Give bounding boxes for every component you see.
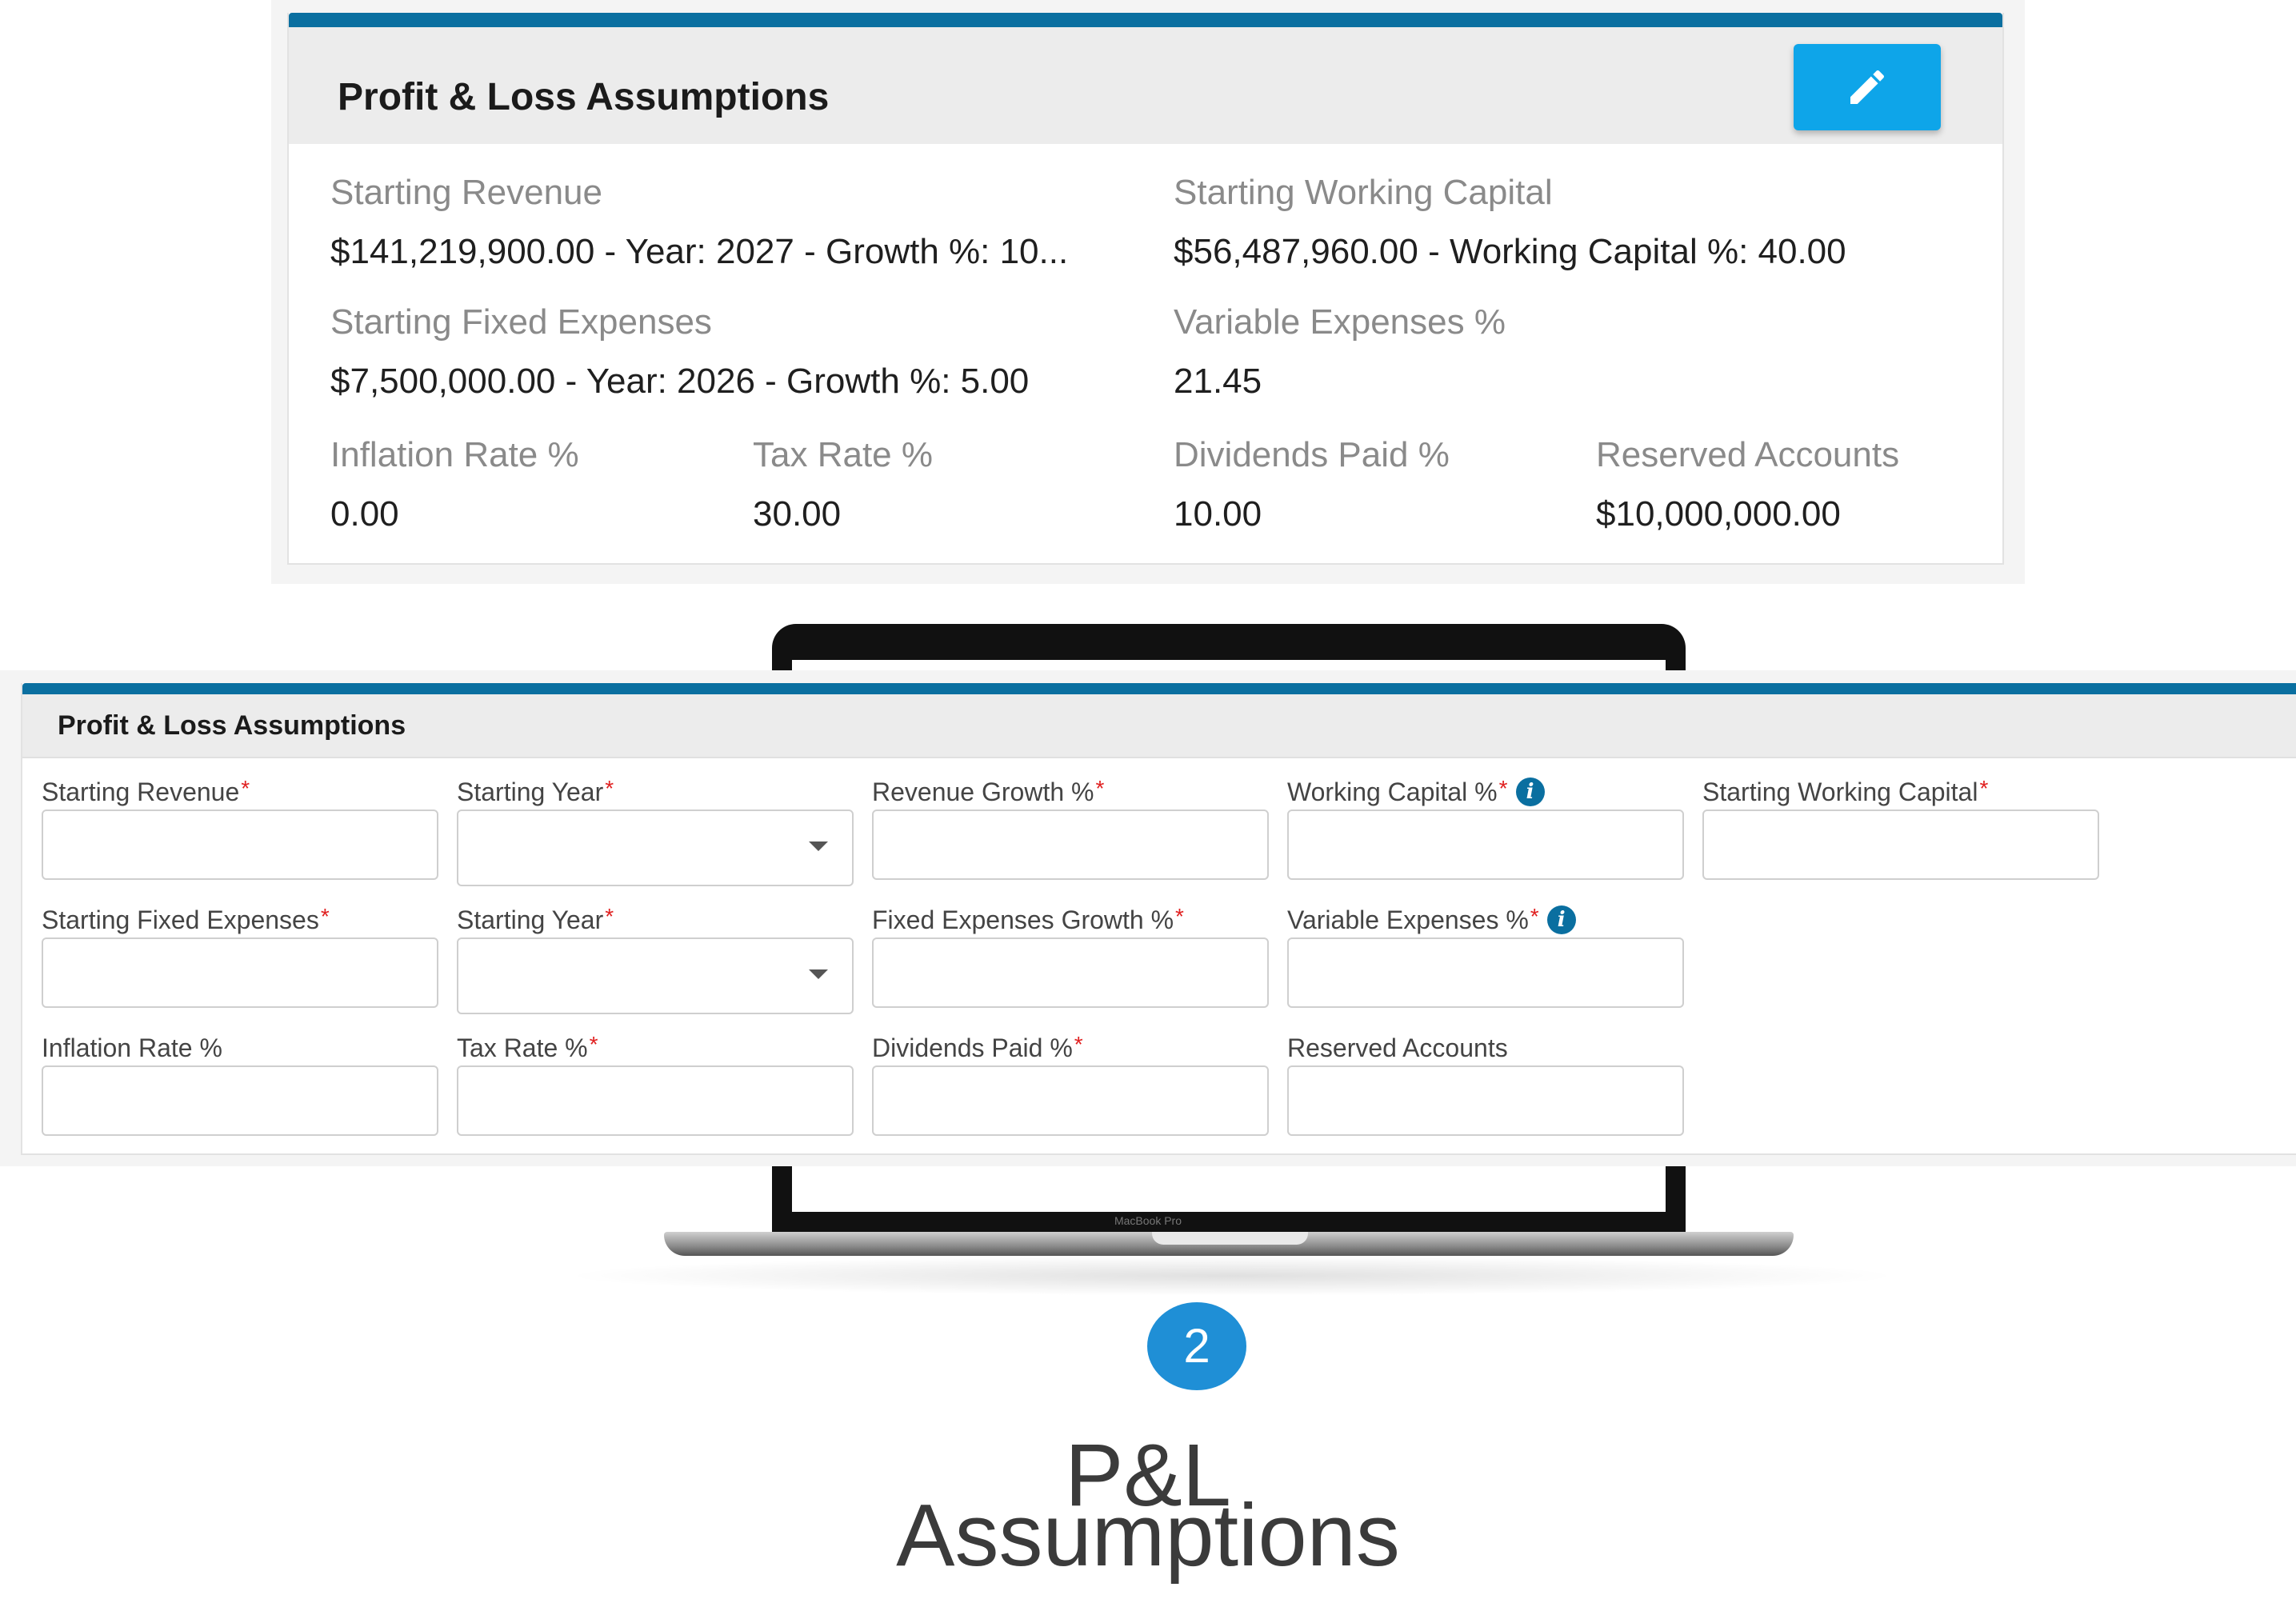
field-value: 21.45 <box>1174 362 1262 401</box>
field-label: Starting Working Capital * <box>1702 776 1989 807</box>
dividends-paid-input[interactable] <box>872 1065 1269 1136</box>
tax-rate-input[interactable] <box>457 1065 854 1136</box>
field-label: Starting Fixed Expenses * <box>42 904 330 935</box>
field-label: Variable Expenses % * i <box>1287 905 1576 935</box>
edit-button[interactable] <box>1794 44 1941 130</box>
field-label: Reserved Accounts <box>1287 1033 1508 1062</box>
summary-card: Profit & Loss Assumptions Starting Reven… <box>287 13 2004 565</box>
required-asterisk: * <box>589 1032 598 1057</box>
starting-year-select[interactable] <box>457 937 854 1014</box>
field-label: Tax Rate % <box>753 435 933 474</box>
field-label: Variable Expenses % <box>1174 302 1506 342</box>
card-accent-bar <box>22 683 2296 694</box>
card-header: Profit & Loss Assumptions <box>289 27 2002 144</box>
field-label: Starting Year * <box>457 776 614 807</box>
field-label: Dividends Paid % <box>1174 435 1450 474</box>
required-asterisk: * <box>1074 1032 1083 1057</box>
required-asterisk: * <box>320 904 330 929</box>
fixed-expenses-growth-input[interactable] <box>872 937 1269 1008</box>
field-label: Starting Year * <box>457 904 614 935</box>
starting-year-select[interactable] <box>457 810 854 886</box>
required-asterisk: * <box>1175 904 1184 929</box>
chevron-down-icon <box>809 841 828 851</box>
summary-reserved-accounts: Reserved Accounts $10,000,000.00 <box>1596 435 1899 534</box>
field-variable-expenses: Variable Expenses % * i <box>1287 905 1684 1008</box>
info-icon[interactable]: i <box>1546 905 1576 934</box>
card-accent-bar <box>289 13 2002 27</box>
field-value: 30.00 <box>753 494 842 534</box>
field-label: Reserved Accounts <box>1596 435 1900 474</box>
field-working-capital-pct: Working Capital % * i <box>1287 778 1684 880</box>
form-header: Profit & Loss Assumptions <box>22 694 2296 758</box>
field-label: Fixed Expenses Growth % * <box>872 904 1184 935</box>
summary-dividends-paid: Dividends Paid % 10.00 <box>1174 435 1450 534</box>
field-revenue-growth: Revenue Growth % * <box>872 776 1269 880</box>
summary-panel: Profit & Loss Assumptions Starting Reven… <box>271 0 2025 584</box>
field-value: 0.00 <box>330 494 399 534</box>
field-label: Starting Fixed Expenses <box>330 302 712 342</box>
chevron-down-icon <box>809 969 828 979</box>
field-label: Inflation Rate % <box>330 435 579 474</box>
starting-fixed-expenses-input[interactable] <box>42 937 438 1008</box>
required-asterisk: * <box>1530 904 1539 929</box>
summary-starting-working-capital: Starting Working Capital $56,487,960.00 … <box>1174 173 1846 272</box>
field-label: Starting Working Capital <box>1174 173 1553 212</box>
required-asterisk: * <box>605 776 614 801</box>
starting-revenue-input[interactable] <box>42 810 438 880</box>
field-fixed-expenses-growth: Fixed Expenses Growth % * <box>872 904 1269 1008</box>
inflation-rate-input[interactable] <box>42 1065 438 1136</box>
field-value: $56,487,960.00 - Working Capital %: 40.0… <box>1174 232 1846 271</box>
working-capital-pct-input[interactable] <box>1287 810 1684 880</box>
form-card: Profit & Loss Assumptions Starting Reven… <box>21 683 2296 1155</box>
field-tax-rate: Tax Rate % * <box>457 1032 854 1136</box>
field-starting-year-2: Starting Year * <box>457 904 854 1014</box>
laptop-shadow <box>560 1256 1904 1296</box>
reserved-accounts-input[interactable] <box>1287 1065 1684 1136</box>
pencil-icon <box>1850 70 1885 104</box>
field-label: Starting Revenue <box>330 173 602 212</box>
required-asterisk: * <box>241 776 250 801</box>
summary-starting-revenue: Starting Revenue $141,219,900.00 - Year:… <box>330 173 1068 272</box>
starting-working-capital-input[interactable] <box>1702 810 2099 880</box>
field-starting-revenue: Starting Revenue * <box>42 776 438 880</box>
field-label: Tax Rate % * <box>457 1032 598 1063</box>
laptop-notch <box>1152 1232 1308 1245</box>
summary-tax-rate: Tax Rate % 30.00 <box>753 435 933 534</box>
required-asterisk: * <box>1979 776 1989 801</box>
field-starting-fixed-expenses: Starting Fixed Expenses * <box>42 904 438 1008</box>
field-reserved-accounts: Reserved Accounts <box>1287 1033 1684 1136</box>
field-label: Dividends Paid % * <box>872 1032 1083 1063</box>
form-panel: Profit & Loss Assumptions Starting Reven… <box>0 670 2296 1166</box>
field-value: $141,219,900.00 - Year: 2027 - Growth %:… <box>330 232 1069 271</box>
summary-inflation-rate: Inflation Rate % 0.00 <box>330 435 579 534</box>
laptop-brand-label: MacBook Pro <box>1114 1214 1182 1227</box>
field-label: Inflation Rate % <box>42 1033 222 1062</box>
required-asterisk: * <box>605 904 614 929</box>
field-dividends-paid: Dividends Paid % * <box>872 1032 1269 1136</box>
summary-variable-expenses: Variable Expenses % 21.45 <box>1174 302 1506 402</box>
field-inflation-rate: Inflation Rate % <box>42 1033 438 1136</box>
field-label: Starting Revenue * <box>42 776 250 807</box>
field-value: $10,000,000.00 <box>1596 494 1841 534</box>
field-label: Working Capital % * i <box>1287 778 1545 807</box>
summary-starting-fixed-expenses: Starting Fixed Expenses $7,500,000.00 - … <box>330 302 1029 402</box>
required-asterisk: * <box>1498 776 1508 801</box>
field-starting-working-capital: Starting Working Capital * <box>1702 776 2099 880</box>
required-asterisk: * <box>1095 776 1105 801</box>
card-title: Profit & Loss Assumptions <box>338 76 830 118</box>
revenue-growth-input[interactable] <box>872 810 1269 880</box>
step-title-line-2: Assumptions <box>896 1486 1400 1585</box>
form-title: Profit & Loss Assumptions <box>58 710 406 741</box>
field-label: Revenue Growth % * <box>872 776 1105 807</box>
field-value: 10.00 <box>1174 494 1262 534</box>
field-value: $7,500,000.00 - Year: 2026 - Growth %: 5… <box>330 362 1030 401</box>
variable-expenses-input[interactable] <box>1287 937 1684 1008</box>
info-icon[interactable]: i <box>1515 778 1545 806</box>
step-number-badge: 2 <box>1147 1302 1246 1390</box>
field-starting-year: Starting Year * <box>457 776 854 886</box>
